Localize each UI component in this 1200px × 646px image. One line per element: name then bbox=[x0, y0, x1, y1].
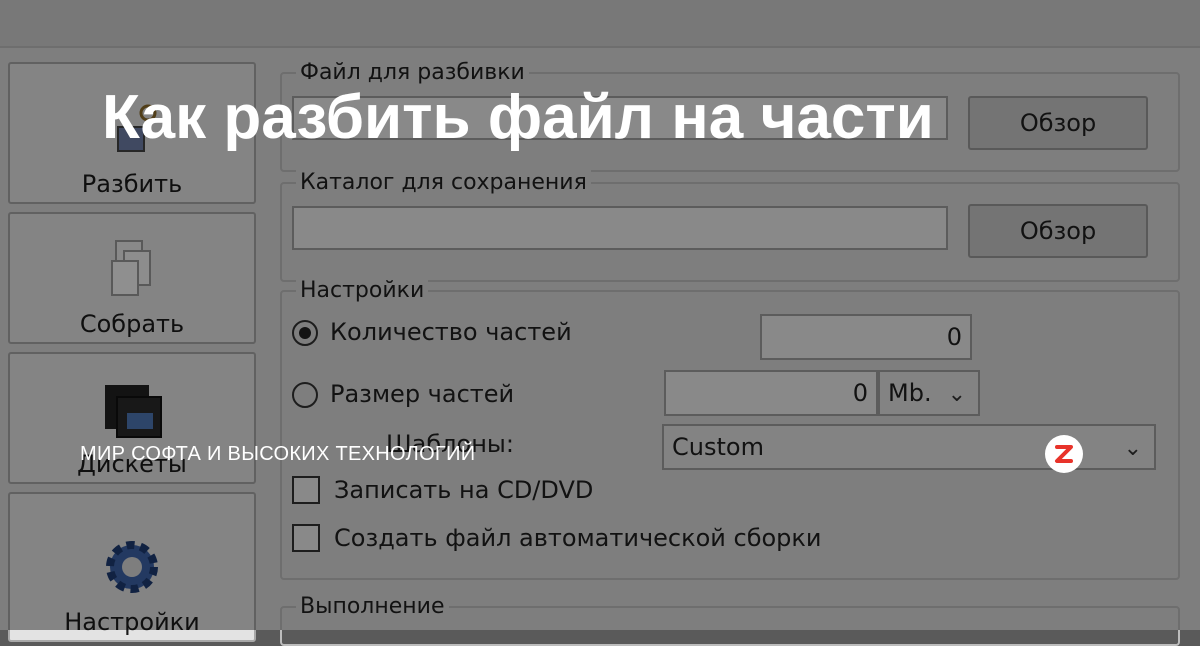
zen-logo-icon bbox=[1045, 435, 1083, 473]
channel-name: МИР СОФТА И ВЫСОКИХ ТЕХНОЛОГИЙ bbox=[80, 443, 476, 465]
article-headline: Как разбить файл на части bbox=[102, 83, 934, 152]
